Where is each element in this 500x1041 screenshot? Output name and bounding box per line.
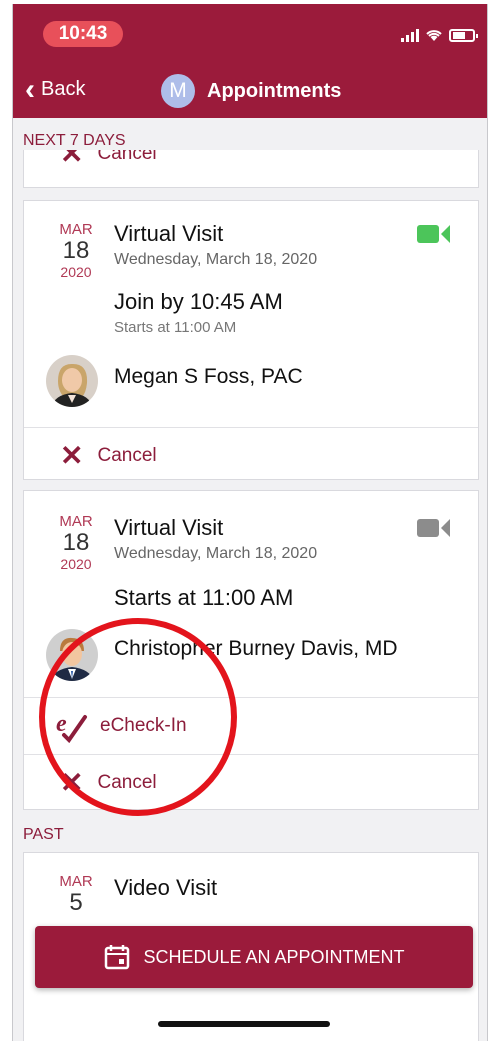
date-badge: MAR 5 xyxy=(46,873,106,916)
date-month: MAR xyxy=(59,873,93,890)
header-title-group: M Appointments xyxy=(161,74,341,108)
appointment-card-partial: ✕ Cancel xyxy=(23,150,479,188)
visit-type: Virtual Visit xyxy=(114,221,224,246)
date-day: 18 xyxy=(62,529,90,556)
page-title: Appointments xyxy=(207,79,342,102)
start-time: Starts at 11:00 AM xyxy=(114,319,237,336)
cancel-label: Cancel xyxy=(97,445,157,466)
section-label-past: PAST xyxy=(23,826,64,843)
date-year: 2020 xyxy=(60,264,92,280)
back-button[interactable]: ‹ Back xyxy=(25,72,86,106)
home-indicator[interactable] xyxy=(158,1021,330,1027)
chevron-left-icon: ‹ xyxy=(25,72,35,106)
provider-avatar xyxy=(46,355,98,407)
wifi-icon xyxy=(426,30,442,41)
provider-name: Megan S Foss, PAC xyxy=(114,365,303,388)
battery-icon xyxy=(449,28,478,42)
visit-date: Wednesday, March 18, 2020 xyxy=(114,251,318,268)
date-year: 2020 xyxy=(60,556,92,572)
video-camera-icon xyxy=(417,225,450,243)
status-time: 10:43 xyxy=(43,21,123,47)
section-label-upcoming: NEXT 7 DAYS xyxy=(23,132,126,149)
start-time: Starts at 11:00 AM xyxy=(114,585,294,610)
date-day: 5 xyxy=(69,889,83,916)
visit-type: Video Visit xyxy=(114,875,218,900)
cancel-button[interactable]: ✕ Cancel xyxy=(24,428,478,484)
video-camera-icon xyxy=(417,519,450,537)
appointment-card[interactable]: MAR 18 2020 Virtual Visit Wednesday, Mar… xyxy=(23,200,479,480)
visit-type: Virtual Visit xyxy=(114,515,224,540)
nav-header: 10:43 ‹ Back M Appointments xyxy=(13,4,487,118)
date-month: MAR xyxy=(59,513,93,530)
visit-date: Wednesday, March 18, 2020 xyxy=(114,545,318,562)
date-badge: MAR 18 2020 xyxy=(46,513,106,572)
highlight-circle-annotation xyxy=(39,618,237,816)
signal-icon xyxy=(401,28,419,42)
join-time: Join by 10:45 AM xyxy=(114,289,283,314)
back-label: Back xyxy=(41,78,86,100)
calendar-icon xyxy=(105,945,130,970)
phone-screen: 10:43 ‹ Back M Appointments NEXT 7 DAYS … xyxy=(12,4,488,1041)
date-month: MAR xyxy=(59,221,93,238)
date-badge: MAR 18 2020 xyxy=(46,221,106,280)
schedule-appointment-label: SCHEDULE AN APPOINTMENT xyxy=(143,946,405,967)
cancel-button[interactable]: ✕ Cancel xyxy=(24,150,478,182)
status-icons xyxy=(401,26,478,44)
close-icon: ✕ xyxy=(60,150,84,169)
schedule-appointment-button[interactable]: SCHEDULE AN APPOINTMENT xyxy=(35,926,473,988)
date-day: 18 xyxy=(62,237,90,264)
close-icon: ✕ xyxy=(60,440,84,471)
user-avatar[interactable]: M xyxy=(161,74,195,108)
cancel-label: Cancel xyxy=(97,150,157,164)
